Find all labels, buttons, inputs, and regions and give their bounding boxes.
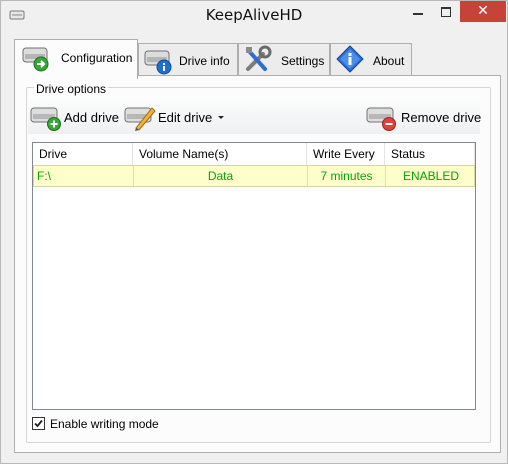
- info-diamond-icon: [336, 45, 364, 73]
- close-icon: ✕: [477, 3, 489, 19]
- add-drive-label: Add drive: [64, 110, 119, 125]
- tab-configuration[interactable]: Configuration: [14, 39, 138, 79]
- column-header-write-every[interactable]: Write Every: [307, 143, 385, 165]
- drives-list-header: Drive Volume Name(s) Write Every Status: [33, 143, 475, 166]
- drive-options-legend: Drive options: [34, 82, 109, 96]
- title-bar[interactable]: KeepAliveHD ✕: [1, 1, 507, 31]
- remove-drive-button[interactable]: Remove drive: [364, 98, 482, 134]
- drive-info-icon: [144, 50, 172, 75]
- cell-volume: Data: [134, 166, 308, 186]
- edit-drive-button[interactable]: Edit drive: [122, 98, 228, 134]
- checkmark-icon: [34, 419, 43, 428]
- drive-arrow-icon: [22, 47, 49, 72]
- edit-drive-dropdown-caret[interactable]: [218, 116, 224, 119]
- remove-drive-label: Remove drive: [401, 110, 482, 125]
- minimize-button[interactable]: [404, 1, 432, 23]
- tab-settings-label: Settings: [281, 54, 325, 68]
- tab-about-label: About: [373, 54, 405, 68]
- drive-toolbar: Add drive Edit drive Remove drive: [28, 98, 482, 134]
- minimize-icon: [413, 13, 423, 15]
- tools-icon: [246, 45, 272, 71]
- cell-drive: F:\: [34, 166, 134, 186]
- enable-writing-mode-checkbox[interactable]: [32, 417, 45, 430]
- tab-drive-info[interactable]: Drive info: [138, 43, 238, 75]
- column-header-drive[interactable]: Drive: [33, 143, 133, 165]
- tab-settings[interactable]: Settings: [238, 43, 330, 75]
- column-header-volume[interactable]: Volume Name(s): [133, 143, 307, 165]
- close-button[interactable]: ✕: [460, 1, 506, 22]
- edit-drive-label: Edit drive: [158, 110, 213, 125]
- cell-write-every: 7 minutes: [308, 166, 386, 186]
- tab-about[interactable]: About: [330, 43, 412, 75]
- maximize-button[interactable]: [432, 1, 459, 23]
- drives-list[interactable]: Drive Volume Name(s) Write Every Status …: [32, 142, 476, 410]
- enable-writing-mode-label[interactable]: Enable writing mode: [50, 417, 159, 431]
- add-drive-icon: [30, 107, 61, 131]
- table-row[interactable]: F:\ Data 7 minutes ENABLED: [33, 165, 475, 187]
- tab-configuration-label: Configuration: [61, 51, 133, 65]
- column-header-status[interactable]: Status: [385, 143, 475, 165]
- remove-drive-icon: [366, 107, 396, 131]
- maximize-icon: [441, 7, 451, 17]
- add-drive-button[interactable]: Add drive: [28, 98, 119, 134]
- edit-drive-icon: [124, 107, 156, 131]
- cell-status: ENABLED: [402, 169, 460, 183]
- tab-drive-info-label: Drive info: [179, 54, 230, 68]
